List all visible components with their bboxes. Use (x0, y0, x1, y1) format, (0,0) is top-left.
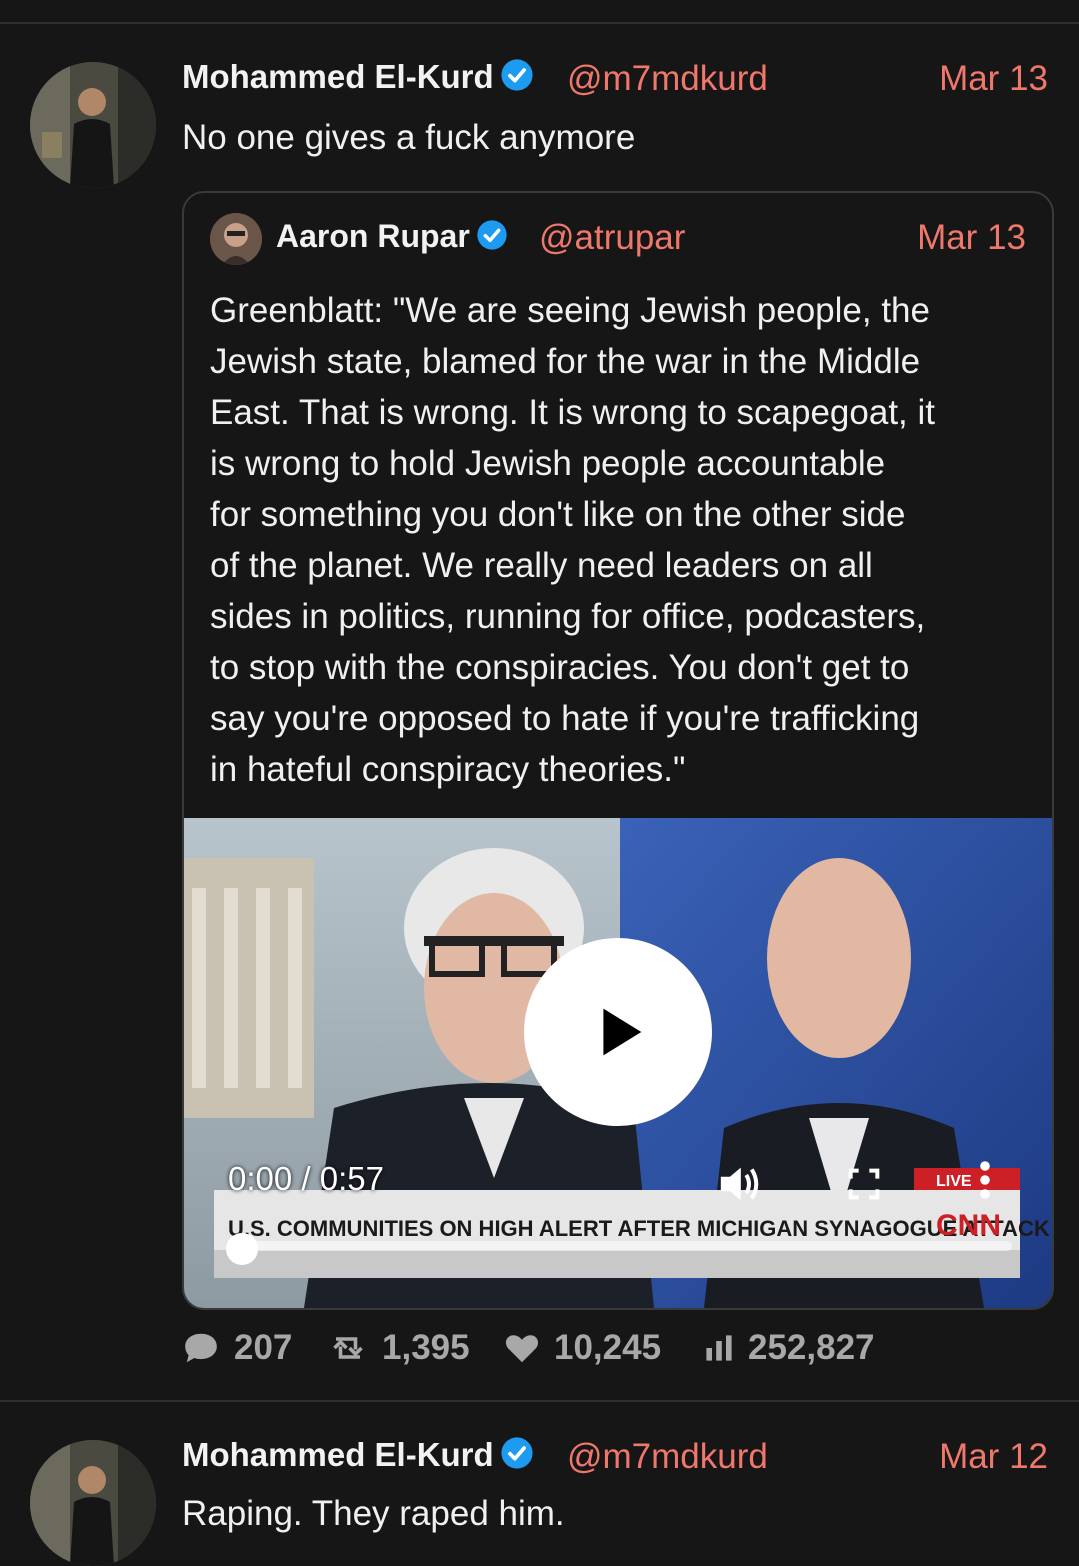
volume-button[interactable] (716, 1164, 762, 1209)
like-button[interactable]: 10,245 (504, 1328, 661, 1368)
text-line: East. That is wrong. It is wrong to scap… (210, 393, 935, 432)
avatar[interactable] (30, 62, 156, 188)
author-handle[interactable]: @m7mdkurd (567, 59, 768, 99)
play-button[interactable] (524, 938, 712, 1126)
quoted-tweet-date[interactable]: Mar 13 (917, 218, 1026, 258)
text-line: sides in politics, running for office, p… (210, 597, 926, 636)
fullscreen-button[interactable] (848, 1168, 880, 1205)
quoted-author-name[interactable]: Aaron Rupar (276, 218, 508, 259)
video-time: 0:00 / 0:57 (228, 1160, 384, 1197)
reply-icon (185, 1333, 217, 1363)
video-scrubber-handle[interactable] (226, 1233, 258, 1265)
play-icon (603, 1008, 642, 1056)
retweet-count: 1,395 (382, 1328, 470, 1367)
reply-button[interactable]: 207 (182, 1328, 292, 1368)
text-line: Jewish state, blamed for the war in the … (210, 342, 921, 381)
verified-badge-icon (500, 58, 534, 100)
author-name[interactable]: Mohammed El-Kurd (182, 58, 534, 100)
tweet-divider (0, 1400, 1079, 1402)
fullscreen-icon (848, 1168, 880, 1200)
more-options-button[interactable] (978, 1160, 992, 1205)
video-progress-bar[interactable] (236, 1241, 1012, 1251)
text-line: say you're opposed to hate if you're tra… (210, 699, 920, 738)
reply-count: 207 (234, 1328, 293, 1367)
video-player[interactable]: U.S. COMMUNITIES ON HIGH ALERT AFTER MIC… (184, 818, 1052, 1308)
tweet-date[interactable]: Mar 13 (939, 59, 1048, 99)
text-line: to stop with the conspiracies. You don't… (210, 648, 910, 687)
quoted-author-handle[interactable]: @atrupar (539, 218, 685, 258)
network-logo: CNN (936, 1209, 1001, 1242)
author-handle[interactable]: @m7mdkurd (567, 1437, 768, 1477)
views-button[interactable]: 252,827 (704, 1328, 875, 1368)
views-icon (706, 1335, 732, 1361)
video-chyron: U.S. COMMUNITIES ON HIGH ALERT AFTER MIC… (228, 1216, 1050, 1241)
tweet-date[interactable]: Mar 12 (939, 1437, 1048, 1477)
text-line: of the planet. We really need leaders on… (210, 546, 873, 585)
text-line: for something you don't like on the othe… (210, 495, 906, 534)
quoted-tweet-text: Greenblatt: "We are seeing Jewish people… (210, 285, 1040, 795)
verified-badge-icon (500, 1436, 534, 1478)
volume-icon (720, 1167, 759, 1201)
text-line: is wrong to hold Jewish people accountab… (210, 444, 886, 483)
like-icon (505, 1335, 539, 1363)
more-icon (980, 1161, 990, 1199)
live-label: LIVE (936, 1173, 972, 1190)
tweet-text: No one gives a fuck anymore (182, 118, 636, 157)
like-count: 10,245 (554, 1328, 662, 1367)
retweet-icon (333, 1337, 363, 1359)
avatar[interactable] (210, 213, 262, 265)
view-count: 252,827 (748, 1328, 875, 1367)
retweet-button[interactable]: 1,395 (328, 1328, 470, 1368)
avatar[interactable] (30, 1440, 156, 1566)
tweet-stats: 207 1,395 10,245 252,827 (182, 1328, 1062, 1372)
quoted-tweet[interactable]: Aaron Rupar @atrupar Mar 13 Greenblatt: … (182, 191, 1054, 1310)
top-divider (0, 22, 1079, 24)
verified-badge-icon (476, 219, 508, 259)
tweet-text: Raping. They raped him. (182, 1494, 565, 1533)
author-name[interactable]: Mohammed El-Kurd (182, 1436, 534, 1478)
text-line: in hateful conspiracy theories." (210, 750, 686, 789)
text-line: Greenblatt: "We are seeing Jewish people… (210, 291, 930, 330)
